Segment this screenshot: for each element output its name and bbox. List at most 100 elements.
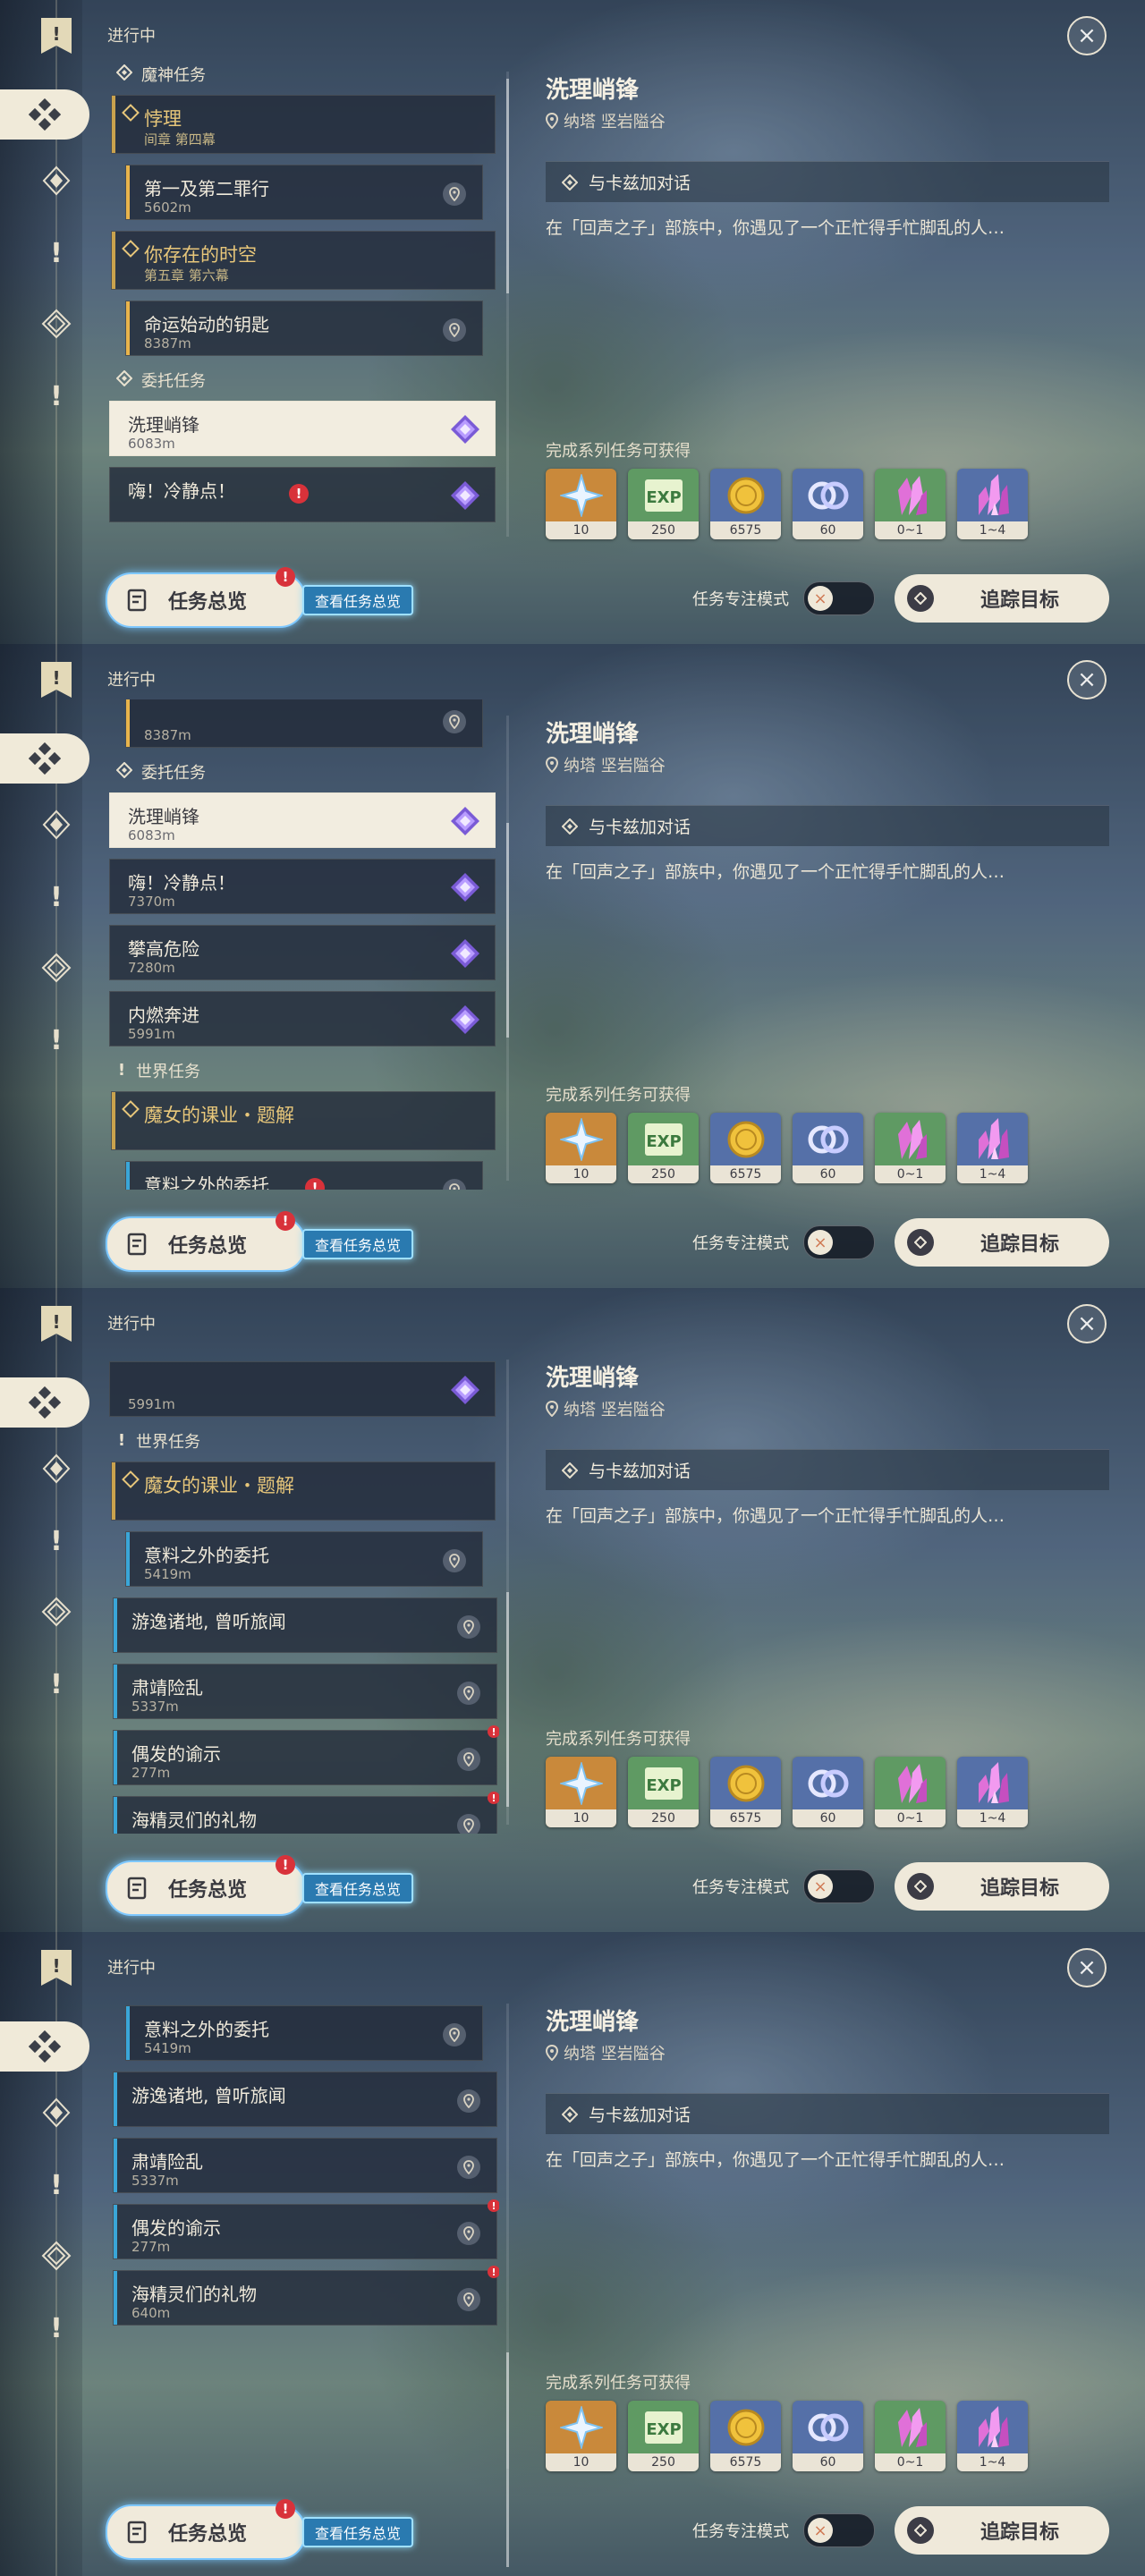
commission-quest-item[interactable]: 洗理峭锋 6083m bbox=[109, 401, 496, 456]
rail-world-quest-icon[interactable]: ! bbox=[38, 1665, 74, 1701]
navigate-pin-icon[interactable] bbox=[443, 2023, 466, 2046]
bookmark-icon[interactable]: ! bbox=[39, 660, 73, 703]
commission-quest-item[interactable]: 攀高危险 7280m bbox=[109, 925, 496, 980]
focus-mode-toggle[interactable]: × bbox=[803, 581, 875, 615]
rail-commission-quest-icon[interactable]: ! bbox=[38, 234, 74, 270]
bookmark-icon[interactable]: ! bbox=[39, 1948, 73, 1991]
reward-item[interactable]: 1~4 bbox=[957, 2401, 1028, 2471]
quest-list-scroll-thumb[interactable] bbox=[506, 79, 509, 293]
reward-item[interactable]: 10 bbox=[546, 2401, 616, 2471]
quest-list[interactable]: 意料之外的委托 5419m 游逸诸地, 曾听旅闻 肃靖险乱 5337m 偶发的谕示 277m… bbox=[106, 1987, 499, 2478]
reward-item[interactable]: 6575 bbox=[710, 2401, 781, 2471]
navigate-pin-icon[interactable] bbox=[443, 1179, 466, 1190]
sub-quest-item[interactable]: 意料之外的委托 5419m bbox=[125, 2005, 483, 2061]
main-quest-item[interactable]: 魔女的课业・题解 bbox=[111, 1091, 496, 1150]
rail-archon-quest-icon[interactable] bbox=[38, 807, 74, 843]
navigate-pin-icon[interactable] bbox=[443, 710, 466, 733]
bookmark-icon[interactable]: ! bbox=[39, 16, 73, 59]
quest-overview-button[interactable]: 任务总览 ! bbox=[106, 1211, 306, 1272]
sub-quest-item[interactable]: 8387m bbox=[125, 699, 483, 748]
rail-legend-quest-icon[interactable] bbox=[38, 306, 74, 342]
quest-list-scroll-thumb[interactable] bbox=[506, 823, 509, 1038]
reward-item[interactable]: 0~1 bbox=[875, 1113, 946, 1183]
reward-item[interactable]: EXP 250 bbox=[628, 2401, 699, 2471]
rail-legend-quest-icon[interactable] bbox=[38, 1594, 74, 1630]
quest-overview-hint[interactable]: 查看任务总览 bbox=[302, 1873, 414, 1903]
reward-item[interactable]: 0~1 bbox=[875, 469, 946, 539]
reward-item[interactable]: EXP 250 bbox=[628, 1113, 699, 1183]
navigate-pin-icon[interactable] bbox=[443, 182, 466, 206]
rail-commission-quest-icon[interactable]: ! bbox=[38, 878, 74, 914]
quest-list[interactable]: 5991m! 世界任务 魔女的课业・题解 意料之外的委托 5419m 游逸诸地, 曾听旅闻… bbox=[106, 1343, 499, 1834]
main-quest-item[interactable]: 悖理 间章 第四幕 bbox=[111, 95, 496, 154]
rail-legend-quest-icon[interactable] bbox=[38, 950, 74, 986]
reward-item[interactable]: 60 bbox=[793, 2401, 863, 2471]
reward-item[interactable]: 6575 bbox=[710, 469, 781, 539]
reward-item[interactable]: 10 bbox=[546, 1113, 616, 1183]
reward-item[interactable]: EXP 250 bbox=[628, 469, 699, 539]
commission-quest-item[interactable]: 嗨！冷静点！ 7370m bbox=[109, 859, 496, 914]
main-quest-item[interactable]: 魔女的课业・题解 bbox=[111, 1462, 496, 1521]
quest-overview-hint[interactable]: 查看任务总览 bbox=[302, 2517, 414, 2547]
quest-list[interactable]: 8387m 委托任务 洗理峭锋 6083m 嗨！冷静点！ 7370m 攀高危险 7280m 内燃… bbox=[106, 699, 499, 1190]
commission-quest-item[interactable]: 内燃奔进 5991m bbox=[109, 991, 496, 1046]
quest-overview-button[interactable]: 任务总览 ! bbox=[106, 2499, 306, 2560]
track-objective-button[interactable]: 追踪目标 bbox=[895, 2506, 1109, 2555]
navigate-pin-icon[interactable] bbox=[443, 1549, 466, 1572]
focus-mode-toggle[interactable]: × bbox=[803, 1869, 875, 1903]
reward-item[interactable]: 6575 bbox=[710, 1757, 781, 1827]
navigate-pin-icon[interactable] bbox=[457, 1682, 480, 1705]
reward-item[interactable]: 60 bbox=[793, 1757, 863, 1827]
navigate-pin-icon[interactable] bbox=[457, 2222, 480, 2245]
quest-overview-button[interactable]: 任务总览 ! bbox=[106, 1855, 306, 1916]
reward-item[interactable]: 60 bbox=[793, 1113, 863, 1183]
navigate-pin-icon[interactable] bbox=[457, 2089, 480, 2113]
world-quest-item[interactable]: 肃靖险乱 5337m bbox=[113, 1664, 497, 1719]
quest-list[interactable]: 魔神任务 悖理 间章 第四幕 第一及第二罪行 5602m 你存在的时空 第五章 第六幕 命运始… bbox=[106, 55, 499, 546]
world-quest-item[interactable]: 游逸诸地, 曾听旅闻 bbox=[113, 1597, 497, 1653]
rail-commission-quest-icon[interactable]: ! bbox=[38, 2166, 74, 2202]
world-quest-item[interactable]: 偶发的谕示 277m! bbox=[113, 2199, 499, 2259]
world-quest-item[interactable]: 偶发的谕示 277m! bbox=[113, 1725, 499, 1785]
track-objective-button[interactable]: 追踪目标 bbox=[895, 574, 1109, 623]
sub-quest-item[interactable]: 命运始动的钥匙 8387m bbox=[125, 301, 483, 356]
navigate-pin-icon[interactable] bbox=[443, 318, 466, 342]
rail-all-quests-icon[interactable] bbox=[0, 89, 89, 140]
rail-commission-quest-icon[interactable]: ! bbox=[38, 1522, 74, 1558]
reward-item[interactable]: EXP 250 bbox=[628, 1757, 699, 1827]
world-quest-item[interactable]: 海精灵们的礼物640m! bbox=[113, 1792, 499, 1834]
commission-quest-item[interactable]: 嗨！冷静点！! bbox=[109, 467, 496, 522]
sub-quest-item[interactable]: 意料之外的委托! bbox=[125, 1161, 483, 1190]
bookmark-icon[interactable]: ! bbox=[39, 1304, 73, 1347]
reward-item[interactable]: 60 bbox=[793, 469, 863, 539]
quest-list-scroll-thumb[interactable] bbox=[506, 2352, 509, 2567]
track-objective-button[interactable]: 追踪目标 bbox=[895, 1218, 1109, 1267]
sub-quest-item[interactable]: 第一及第二罪行 5602m bbox=[125, 165, 483, 220]
navigate-pin-icon[interactable] bbox=[457, 2156, 480, 2179]
track-objective-button[interactable]: 追踪目标 bbox=[895, 1862, 1109, 1911]
focus-mode-toggle[interactable]: × bbox=[803, 1225, 875, 1259]
reward-item[interactable]: 6575 bbox=[710, 1113, 781, 1183]
quest-overview-hint[interactable]: 查看任务总览 bbox=[302, 585, 414, 615]
world-quest-item[interactable]: 海精灵们的礼物640m! bbox=[113, 2266, 499, 2326]
reward-item[interactable]: 1~4 bbox=[957, 469, 1028, 539]
quest-overview-button[interactable]: 任务总览 ! bbox=[106, 567, 306, 628]
world-quest-item[interactable]: 肃靖险乱 5337m bbox=[113, 2138, 497, 2193]
rail-all-quests-icon[interactable] bbox=[0, 733, 89, 784]
quest-overview-hint[interactable]: 查看任务总览 bbox=[302, 1229, 414, 1259]
reward-item[interactable]: 0~1 bbox=[875, 1757, 946, 1827]
rail-legend-quest-icon[interactable] bbox=[38, 2238, 74, 2274]
reward-item[interactable]: 10 bbox=[546, 469, 616, 539]
reward-item[interactable]: 0~1 bbox=[875, 2401, 946, 2471]
main-quest-item[interactable]: 你存在的时空 第五章 第六幕 bbox=[111, 231, 496, 290]
world-quest-item[interactable]: 游逸诸地, 曾听旅闻 bbox=[113, 2072, 497, 2127]
focus-mode-toggle[interactable]: × bbox=[803, 2513, 875, 2547]
quest-list-scroll-thumb[interactable] bbox=[506, 1592, 509, 1807]
navigate-pin-icon[interactable] bbox=[457, 1814, 480, 1834]
navigate-pin-icon[interactable] bbox=[457, 1615, 480, 1639]
rail-world-quest-icon[interactable]: ! bbox=[38, 2309, 74, 2345]
reward-item[interactable]: 10 bbox=[546, 1757, 616, 1827]
reward-item[interactable]: 1~4 bbox=[957, 1757, 1028, 1827]
rail-world-quest-icon[interactable]: ! bbox=[38, 1021, 74, 1057]
sub-quest-item[interactable]: 意料之外的委托 5419m bbox=[125, 1531, 483, 1587]
